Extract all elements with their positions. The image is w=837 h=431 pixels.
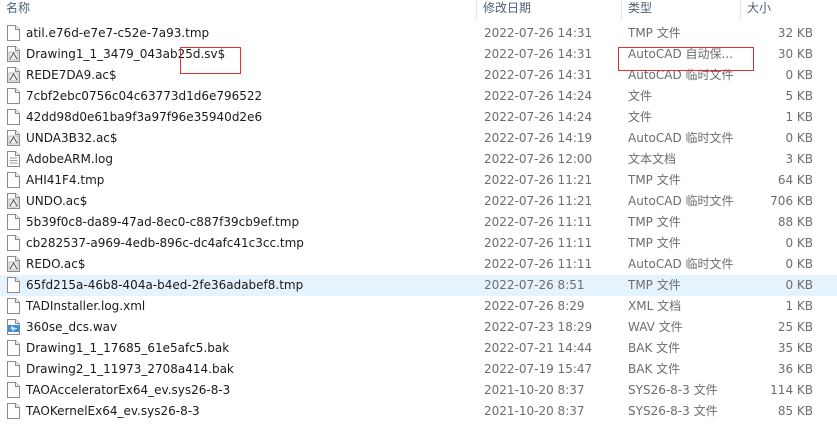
audio-file-icon	[7, 319, 20, 335]
file-row[interactable]: 7cbf2ebc0756c04c63773d1d6e796522 2022-07-…	[0, 86, 837, 107]
file-date: 2022-07-26 14:31	[484, 26, 593, 40]
file-name: atil.e76d-e7e7-c52e-7a93.tmp	[26, 26, 210, 40]
file-row[interactable]: Drawing2_1_11973_2708a414.bak 2022-07-19 …	[0, 359, 837, 380]
file-size: 85 KB	[777, 404, 813, 418]
file-row[interactable]: UNDA3B32.ac$ 2022-07-26 14:19 AutoCAD 临时文件…	[0, 128, 837, 149]
file-date: 2022-07-26 12:00	[484, 152, 593, 166]
file-name: 65fd215a-46b8-404a-b4ed-2fe36adabef8.tmp	[26, 278, 304, 292]
file-row[interactable]: TAOAcceleratorEx64_ev.sys26-8-3 2021-10-2…	[0, 380, 837, 401]
file-row[interactable]: TAOKernelEx64_ev.sys26-8-3 2021-10-20 8:3…	[0, 401, 837, 422]
file-name: 5b39f0c8-da89-47ad-8ec0-c887f39cb9ef.tmp	[26, 215, 300, 229]
blank-file-icon	[7, 403, 20, 419]
file-row[interactable]: cb282537-a969-4edb-896c-dc4afc41c3cc.tmp…	[0, 233, 837, 254]
blank-file-icon	[7, 25, 20, 41]
file-size: 0 KB	[785, 236, 813, 250]
file-date: 2021-10-20 8:37	[484, 383, 585, 397]
file-row[interactable]: AHI41F4.tmp 2022-07-26 11:21 TMP 文件 64 KB	[0, 170, 837, 191]
file-row[interactable]: 5b39f0c8-da89-47ad-8ec0-c887f39cb9ef.tmp…	[0, 212, 837, 233]
column-header-size[interactable]: 大小	[741, 0, 837, 20]
blank-file-icon	[7, 235, 20, 251]
file-size: 114 KB	[770, 383, 813, 397]
blank-file-icon	[7, 298, 20, 314]
file-date: 2022-07-26 14:24	[484, 110, 593, 124]
autocad-file-icon	[7, 256, 20, 272]
file-date: 2022-07-26 14:31	[484, 68, 593, 82]
file-date: 2022-07-26 11:21	[484, 194, 593, 208]
file-name: UNDA3B32.ac$	[26, 131, 118, 145]
file-size: 0 KB	[785, 257, 813, 271]
file-size: 25 KB	[777, 320, 813, 334]
autocad-file-icon	[7, 67, 20, 83]
file-date: 2022-07-26 8:51	[484, 278, 585, 292]
text-file-icon	[7, 151, 20, 167]
file-name: cb282537-a969-4edb-896c-dc4afc41c3cc.tmp	[26, 236, 304, 250]
highlight-box-filename-ext	[180, 47, 241, 74]
column-header-date[interactable]: 修改日期	[477, 0, 621, 20]
blank-file-icon	[7, 340, 20, 356]
file-size: 32 KB	[777, 26, 813, 40]
file-row[interactable]: UNDO.ac$ 2022-07-26 11:21 AutoCAD 临时文件 706 …	[0, 191, 837, 212]
blank-file-icon	[7, 361, 20, 377]
file-name: TAOAcceleratorEx64_ev.sys26-8-3	[26, 383, 231, 397]
file-date: 2022-07-23 18:29	[484, 320, 593, 334]
file-row[interactable]: 360se_dcs.wav 2022-07-23 18:29 WAV 文件 25 KB	[0, 317, 837, 338]
file-date: 2022-07-26 8:29	[484, 299, 585, 313]
file-name: AdobeARM.log	[26, 152, 113, 166]
column-header-name[interactable]: 名称	[0, 0, 476, 20]
file-row[interactable]: atil.e76d-e7e7-c52e-7a93.tmp 2022-07-26 1…	[0, 23, 837, 44]
file-name: Drawing1_1_17685_61e5afc5.bak	[26, 341, 230, 355]
file-size: 1 KB	[785, 299, 813, 313]
autocad-file-icon	[7, 130, 20, 146]
file-date: 2022-07-26 11:11	[484, 236, 593, 250]
file-size: 0 KB	[785, 131, 813, 145]
blank-file-icon	[7, 109, 20, 125]
file-size: 706 KB	[770, 194, 813, 208]
blank-file-icon	[7, 172, 20, 188]
file-size: 3 KB	[785, 152, 813, 166]
file-size: 35 KB	[777, 341, 813, 355]
file-size: 88 KB	[777, 215, 813, 229]
file-date: 2022-07-26 14:19	[484, 131, 593, 145]
file-row[interactable]: 42dd98d0e61ba9f3a97f96e35940d2e6 2022-07-…	[0, 107, 837, 128]
file-size: 36 KB	[777, 362, 813, 376]
file-name: UNDO.ac$	[26, 194, 88, 208]
autocad-file-icon	[7, 46, 20, 62]
file-name: TADInstaller.log.xml	[26, 299, 146, 313]
file-size: 0 KB	[785, 278, 813, 292]
file-name: Drawing1_1_3479_043ab25d.sv$	[26, 47, 226, 61]
file-size: 1 KB	[785, 110, 813, 124]
file-size: 5 KB	[785, 89, 813, 103]
highlight-box-filetype	[618, 47, 754, 71]
blank-file-icon	[7, 88, 20, 104]
file-row[interactable]: TADInstaller.log.xml 2022-07-26 8:29 XML 文…	[0, 296, 837, 317]
column-header-type[interactable]: 类型	[622, 0, 740, 20]
file-name: REDE7DA9.ac$	[26, 68, 117, 82]
file-date: 2022-07-19 15:47	[484, 362, 593, 376]
file-name: 7cbf2ebc0756c04c63773d1d6e796522	[26, 89, 263, 103]
blank-file-icon	[7, 382, 20, 398]
file-row[interactable]: 65fd215a-46b8-404a-b4ed-2fe36adabef8.tmp…	[0, 275, 837, 296]
file-name: TAOKernelEx64_ev.sys26-8-3	[26, 404, 200, 418]
file-date: 2021-10-20 8:37	[484, 404, 585, 418]
file-date: 2022-07-26 14:31	[484, 47, 593, 61]
file-name: 42dd98d0e61ba9f3a97f96e35940d2e6	[26, 110, 263, 124]
file-name: Drawing2_1_11973_2708a414.bak	[26, 362, 234, 376]
file-row[interactable]: AdobeARM.log 2022-07-26 12:00 文本文档 3 KB	[0, 149, 837, 170]
file-date: 2022-07-26 11:11	[484, 215, 593, 229]
file-date: 2022-07-26 11:11	[484, 257, 593, 271]
file-date: 2022-07-21 14:44	[484, 341, 593, 355]
autocad-file-icon	[7, 193, 20, 209]
file-row[interactable]: Drawing1_1_17685_61e5afc5.bak 2022-07-21 …	[0, 338, 837, 359]
blank-file-icon	[7, 277, 20, 293]
column-header: 名称 修改日期 类型 大小	[0, 0, 837, 20]
file-name: 360se_dcs.wav	[26, 320, 118, 334]
file-size: 64 KB	[777, 173, 813, 187]
file-name: AHI41F4.tmp	[26, 173, 105, 187]
file-list: atil.e76d-e7e7-c52e-7a93.tmp 2022-07-26 1…	[0, 23, 837, 422]
file-date: 2022-07-26 11:21	[484, 173, 593, 187]
file-date: 2022-07-26 14:24	[484, 89, 593, 103]
file-name: REDO.ac$	[26, 257, 86, 271]
blank-file-icon	[7, 214, 20, 230]
file-row[interactable]: REDO.ac$ 2022-07-26 11:11 AutoCAD 临时文件 0 KB	[0, 254, 837, 275]
